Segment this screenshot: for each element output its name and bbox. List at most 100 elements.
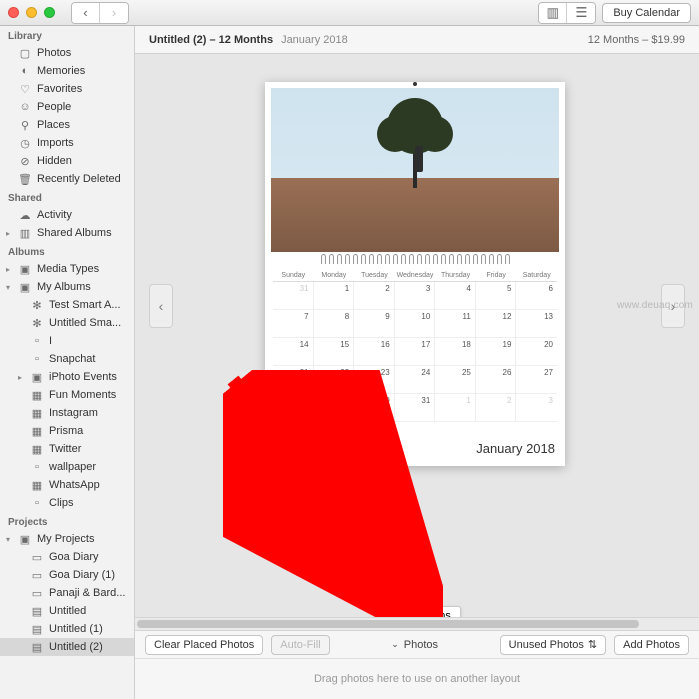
forward-button: ›: [100, 3, 128, 23]
project-untitled[interactable]: ▤Untitled: [0, 602, 134, 620]
calendar-cell[interactable]: 3: [516, 394, 557, 422]
calendar-cell[interactable]: 7: [273, 310, 314, 338]
buy-calendar-button[interactable]: Buy Calendar: [602, 3, 691, 23]
sidebar-item-favorites[interactable]: ♡Favorites: [0, 80, 134, 98]
calendar-cell[interactable]: 30: [354, 394, 395, 422]
calendar-cell[interactable]: 3: [395, 282, 436, 310]
folder-icon: ▣: [30, 371, 44, 384]
calendar-cell[interactable]: 5: [476, 282, 517, 310]
memories-icon: ◐: [18, 65, 32, 77]
album-icon: ▦: [30, 407, 44, 420]
mini-month: December 2017 S M T W T F S· · · · · 1 2…: [275, 426, 315, 456]
calendar-month-label: January 2018: [476, 441, 555, 456]
calendar-cell[interactable]: 11: [435, 310, 476, 338]
album-i[interactable]: ▫I: [0, 332, 134, 350]
album-instagram[interactable]: ▦Instagram: [0, 404, 134, 422]
sidebar-item-activity[interactable]: ☁Activity: [0, 206, 134, 224]
calendar-cell[interactable]: 24: [395, 366, 436, 394]
calendar-cell[interactable]: 31: [273, 282, 314, 310]
calendar-cell[interactable]: 13: [516, 310, 557, 338]
sidebar-item-recently-deleted[interactable]: 🗑Recently Deleted: [0, 170, 134, 188]
photos-dropdown[interactable]: ⌄ Photos: [391, 639, 438, 651]
tray-hint: Drag photos here to use on another layou…: [314, 673, 520, 685]
calendar-cell[interactable]: 2: [476, 394, 517, 422]
project-goa-diary[interactable]: ▭Goa Diary: [0, 548, 134, 566]
back-button[interactable]: ‹: [72, 3, 100, 23]
sidebar-item-shared-albums[interactable]: ▥Shared Albums: [0, 224, 134, 242]
calendar-cell[interactable]: 2: [354, 282, 395, 310]
album-twitter[interactable]: ▦Twitter: [0, 440, 134, 458]
calendar-cell[interactable]: 20: [516, 338, 557, 366]
sidebar-item-places[interactable]: ⚲Places: [0, 116, 134, 134]
add-photos-button[interactable]: Add Photos: [614, 635, 689, 655]
calendar-cell[interactable]: 19: [476, 338, 517, 366]
calendar-cell[interactable]: 25: [435, 366, 476, 394]
maximize-icon[interactable]: [44, 7, 55, 18]
unused-photos-select[interactable]: Unused Photos ⇅: [500, 635, 606, 655]
calendar-cell[interactable]: 23: [354, 366, 395, 394]
calendar-cell[interactable]: 18: [435, 338, 476, 366]
sidebar-item-hidden[interactable]: ⊘Hidden: [0, 152, 134, 170]
calendar-cell[interactable]: 4: [435, 282, 476, 310]
calendar-cell[interactable]: 28: [273, 394, 314, 422]
calendar-cell[interactable]: 1: [314, 282, 355, 310]
calendar-cell[interactable]: 29: [314, 394, 355, 422]
project-panaji[interactable]: ▭Panaji & Bard...: [0, 584, 134, 602]
clear-placed-photos-button[interactable]: Clear Placed Photos: [145, 635, 263, 655]
calendar-cells: 3112345678910111213141516171819202122232…: [273, 282, 557, 422]
sidebar-item-my-projects[interactable]: ▣My Projects: [0, 530, 134, 548]
prev-page-button[interactable]: ‹: [149, 284, 173, 328]
photo-tray[interactable]: Drag photos here to use on another layou…: [135, 659, 699, 699]
sidebar-item-media-types[interactable]: ▣Media Types: [0, 260, 134, 278]
scrollbar-thumb[interactable]: [137, 620, 639, 628]
album-untitled-smart[interactable]: ✻Untitled Sma...: [0, 314, 134, 332]
calendar-grid: Sunday Monday Tuesday Wednesday Thursday…: [265, 266, 565, 422]
book-icon: ▭: [30, 587, 44, 600]
calendar-stage: ‹ ›: [135, 54, 699, 617]
sidebar-item-my-albums[interactable]: ▣My Albums: [0, 278, 134, 296]
calendar-cell[interactable]: 1: [435, 394, 476, 422]
view-list-icon[interactable]: ☰: [567, 3, 595, 23]
calendar-cell[interactable]: 16: [354, 338, 395, 366]
photos-icon: ▢: [18, 47, 32, 60]
calendar-cell[interactable]: 10: [395, 310, 436, 338]
calendar-cell[interactable]: 8: [314, 310, 355, 338]
content-area: Untitled (2) – 12 Months January 2018 12…: [135, 26, 699, 699]
album-clips[interactable]: ▫Clips: [0, 494, 134, 512]
calendar-cell[interactable]: 15: [314, 338, 355, 366]
calendar-photo-slot[interactable]: [265, 82, 565, 252]
album-snapchat[interactable]: ▫Snapchat: [0, 350, 134, 368]
view-sidebar-icon[interactable]: ▥: [539, 3, 567, 23]
calendar-cell[interactable]: 22: [314, 366, 355, 394]
section-header-projects: Projects: [0, 512, 134, 530]
project-untitled-2[interactable]: ▤Untitled (2): [0, 638, 134, 656]
project-untitled-1[interactable]: ▤Untitled (1): [0, 620, 134, 638]
album-wallpaper[interactable]: ▫wallpaper: [0, 458, 134, 476]
album-test-smart[interactable]: ✻Test Smart A...: [0, 296, 134, 314]
calendar-cell[interactable]: 31: [395, 394, 436, 422]
album-whatsapp[interactable]: ▦WhatsApp: [0, 476, 134, 494]
clock-icon: ◷: [18, 137, 32, 150]
calendar-preview[interactable]: Sunday Monday Tuesday Wednesday Thursday…: [265, 82, 565, 466]
sidebar-item-imports[interactable]: ◷Imports: [0, 134, 134, 152]
horizontal-scrollbar[interactable]: [135, 617, 699, 631]
calendar-cell[interactable]: 9: [354, 310, 395, 338]
sidebar-item-memories[interactable]: ◐Memories: [0, 62, 134, 80]
calendar-cell[interactable]: 14: [273, 338, 314, 366]
album-fun-moments[interactable]: ▦Fun Moments: [0, 386, 134, 404]
project-goa-diary-1[interactable]: ▭Goa Diary (1): [0, 566, 134, 584]
calendar-cell[interactable]: 12: [476, 310, 517, 338]
calendar-cell[interactable]: 26: [476, 366, 517, 394]
minimize-icon[interactable]: [26, 7, 37, 18]
close-icon[interactable]: [8, 7, 19, 18]
album-iphoto-events[interactable]: ▣iPhoto Events: [0, 368, 134, 386]
calendar-cell[interactable]: 17: [395, 338, 436, 366]
album-prisma[interactable]: ▦Prisma: [0, 422, 134, 440]
calendar-cell[interactable]: 21: [273, 366, 314, 394]
sidebar-item-people[interactable]: ☺People: [0, 98, 134, 116]
album-icon: ▫: [30, 353, 44, 365]
placed-photo[interactable]: [271, 88, 559, 252]
calendar-cell[interactable]: 6: [516, 282, 557, 310]
sidebar-item-photos[interactable]: ▢Photos: [0, 44, 134, 62]
calendar-cell[interactable]: 27: [516, 366, 557, 394]
